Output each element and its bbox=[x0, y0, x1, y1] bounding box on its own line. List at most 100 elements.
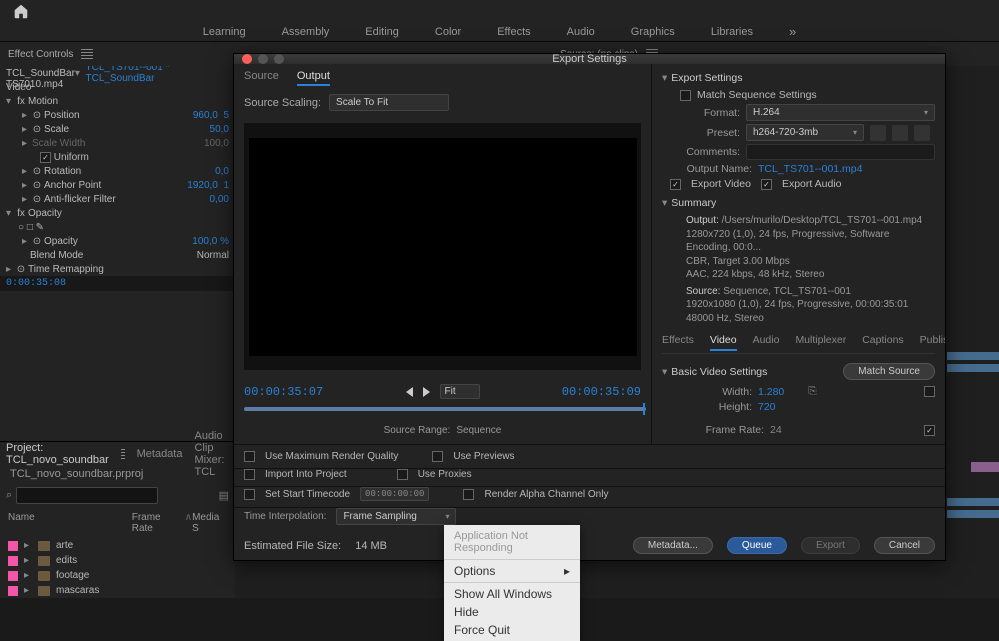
close-icon[interactable] bbox=[242, 54, 252, 64]
interp-select[interactable]: Frame Sampling▾ bbox=[336, 508, 456, 525]
preset-select[interactable]: h264-720-3mb▾ bbox=[746, 124, 864, 141]
tab-publish[interactable]: Publish bbox=[920, 334, 945, 351]
previews-checkbox[interactable] bbox=[432, 451, 443, 462]
ws-editing[interactable]: Editing bbox=[365, 26, 399, 38]
delete-preset-icon[interactable] bbox=[914, 125, 930, 141]
panel-timecode[interactable]: 0:00:35:08 bbox=[0, 276, 235, 291]
search-input[interactable] bbox=[16, 487, 158, 504]
home-icon[interactable] bbox=[12, 2, 30, 20]
export-audio-checkbox[interactable] bbox=[761, 179, 772, 190]
tab-mux[interactable]: Multiplexer bbox=[795, 334, 846, 351]
tc-in[interactable]: 00:00:35:07 bbox=[244, 385, 323, 399]
width-value[interactable]: 1.280 bbox=[758, 386, 784, 398]
rotation-prop[interactable]: Rotation bbox=[44, 166, 215, 177]
alpha-checkbox[interactable] bbox=[463, 489, 474, 500]
save-preset-icon[interactable] bbox=[870, 125, 886, 141]
ellipse-mask-icon[interactable]: ○ bbox=[18, 222, 24, 233]
starttc-checkbox[interactable] bbox=[244, 489, 255, 500]
cancel-button[interactable]: Cancel bbox=[874, 537, 935, 554]
ws-audio[interactable]: Audio bbox=[567, 26, 595, 38]
queue-button[interactable]: Queue bbox=[727, 537, 787, 554]
scale-prop[interactable]: Scale bbox=[44, 124, 210, 135]
ws-color[interactable]: Color bbox=[435, 26, 461, 38]
metadata-button[interactable]: Metadata... bbox=[633, 537, 713, 554]
step-back-icon[interactable] bbox=[406, 387, 413, 397]
opacity-prop[interactable]: Opacity bbox=[44, 236, 192, 247]
maxquality-checkbox[interactable] bbox=[244, 451, 255, 462]
starttc-value[interactable]: 00:00:00:00 bbox=[360, 487, 429, 501]
col-framerate[interactable]: Frame Rate bbox=[132, 512, 182, 534]
panel-menu-icon[interactable] bbox=[121, 449, 125, 459]
effect-controls-tab[interactable]: Effect Controls bbox=[8, 49, 73, 60]
match-source-button[interactable]: Match Source bbox=[843, 363, 935, 380]
opacity-value[interactable]: 100,0 % bbox=[192, 236, 229, 247]
ws-effects[interactable]: Effects bbox=[497, 26, 530, 38]
anchor-x[interactable]: 1920,0 bbox=[187, 180, 218, 191]
tab-effects[interactable]: Effects bbox=[662, 334, 694, 351]
ws-assembly[interactable]: Assembly bbox=[282, 26, 330, 38]
height-value[interactable]: 720 bbox=[758, 401, 776, 413]
col-mediastart[interactable]: Media S bbox=[192, 512, 227, 534]
summary-header[interactable]: Summary bbox=[671, 197, 716, 209]
flicker-prop[interactable]: Anti-flicker Filter bbox=[44, 194, 210, 205]
tab-captions[interactable]: Captions bbox=[862, 334, 903, 351]
list-view-icon[interactable]: ▤ bbox=[219, 489, 229, 502]
position-prop[interactable]: Position bbox=[44, 110, 193, 121]
uniform-checkbox[interactable] bbox=[40, 152, 51, 163]
export-settings-header[interactable]: Export Settings bbox=[671, 72, 742, 84]
outputname-link[interactable]: TCL_TS701--001.mp4 bbox=[758, 163, 862, 175]
match-sequence-checkbox[interactable] bbox=[680, 90, 691, 101]
minimize-icon[interactable] bbox=[258, 54, 268, 64]
source-scaling-select[interactable]: Scale To Fit bbox=[329, 94, 449, 111]
framerate-value[interactable]: 24 bbox=[770, 424, 782, 436]
menu-options[interactable]: Options▸ bbox=[444, 562, 580, 580]
panel-menu-icon[interactable] bbox=[81, 49, 93, 59]
format-select[interactable]: H.264▾ bbox=[746, 104, 935, 121]
position-x[interactable]: 960,0 bbox=[193, 110, 218, 121]
tab-output[interactable]: Output bbox=[297, 70, 330, 86]
anchor-y[interactable]: 1 bbox=[223, 180, 229, 191]
flicker-value[interactable]: 0,00 bbox=[210, 194, 229, 205]
motion-prop[interactable]: Motion bbox=[28, 96, 229, 107]
play-icon[interactable] bbox=[423, 387, 430, 397]
framerate-match-checkbox[interactable] bbox=[924, 425, 935, 436]
basic-video-header[interactable]: Basic Video Settings bbox=[671, 366, 767, 378]
menu-forcequit[interactable]: Force Quit bbox=[444, 621, 580, 639]
comments-input[interactable] bbox=[746, 144, 935, 160]
bin-row[interactable]: ▸footage bbox=[0, 568, 235, 583]
remap-prop[interactable]: Time Remapping bbox=[28, 264, 229, 275]
range-slider[interactable] bbox=[244, 407, 646, 411]
acm-tab[interactable]: Audio Clip Mixer: TCL bbox=[194, 430, 229, 478]
col-name[interactable]: Name bbox=[8, 512, 132, 534]
export-button[interactable]: Export bbox=[801, 537, 860, 554]
metadata-tab[interactable]: Metadata bbox=[137, 448, 183, 460]
menu-hide[interactable]: Hide bbox=[444, 603, 580, 621]
bin-row[interactable]: ▸edits bbox=[0, 553, 235, 568]
bin-row[interactable]: ▸mascaras bbox=[0, 583, 235, 598]
ws-graphics[interactable]: Graphics bbox=[631, 26, 675, 38]
scale-value[interactable]: 50,0 bbox=[210, 124, 229, 135]
export-video-checkbox[interactable] bbox=[670, 179, 681, 190]
blend-prop[interactable]: Blend Mode bbox=[30, 250, 197, 261]
position-y[interactable]: 5 bbox=[223, 110, 229, 121]
anchor-prop[interactable]: Anchor Point bbox=[44, 180, 187, 191]
bin-row[interactable]: ▸arte bbox=[0, 538, 235, 553]
tab-source[interactable]: Source bbox=[244, 70, 279, 86]
link-icon[interactable]: ⎘ bbox=[808, 385, 816, 398]
playhead[interactable] bbox=[643, 403, 645, 415]
ws-libraries[interactable]: Libraries bbox=[711, 26, 753, 38]
dialog-titlebar[interactable]: Export Settings bbox=[234, 54, 945, 64]
pen-mask-icon[interactable]: ✎ bbox=[36, 222, 44, 233]
width-match-checkbox[interactable] bbox=[924, 386, 935, 397]
import-preset-icon[interactable] bbox=[892, 125, 908, 141]
ws-learning[interactable]: Learning bbox=[203, 26, 246, 38]
proxies-checkbox[interactable] bbox=[397, 469, 408, 480]
project-tab[interactable]: Project: TCL_novo_soundbar bbox=[6, 442, 109, 466]
rect-mask-icon[interactable]: □ bbox=[27, 222, 33, 233]
tab-audio[interactable]: Audio bbox=[753, 334, 780, 351]
zoom-select[interactable]: Fit bbox=[440, 384, 480, 399]
tab-video[interactable]: Video bbox=[710, 334, 737, 351]
source-range-select[interactable]: Sequence bbox=[456, 425, 501, 436]
zoom-icon[interactable] bbox=[274, 54, 284, 64]
menu-showall[interactable]: Show All Windows bbox=[444, 585, 580, 603]
